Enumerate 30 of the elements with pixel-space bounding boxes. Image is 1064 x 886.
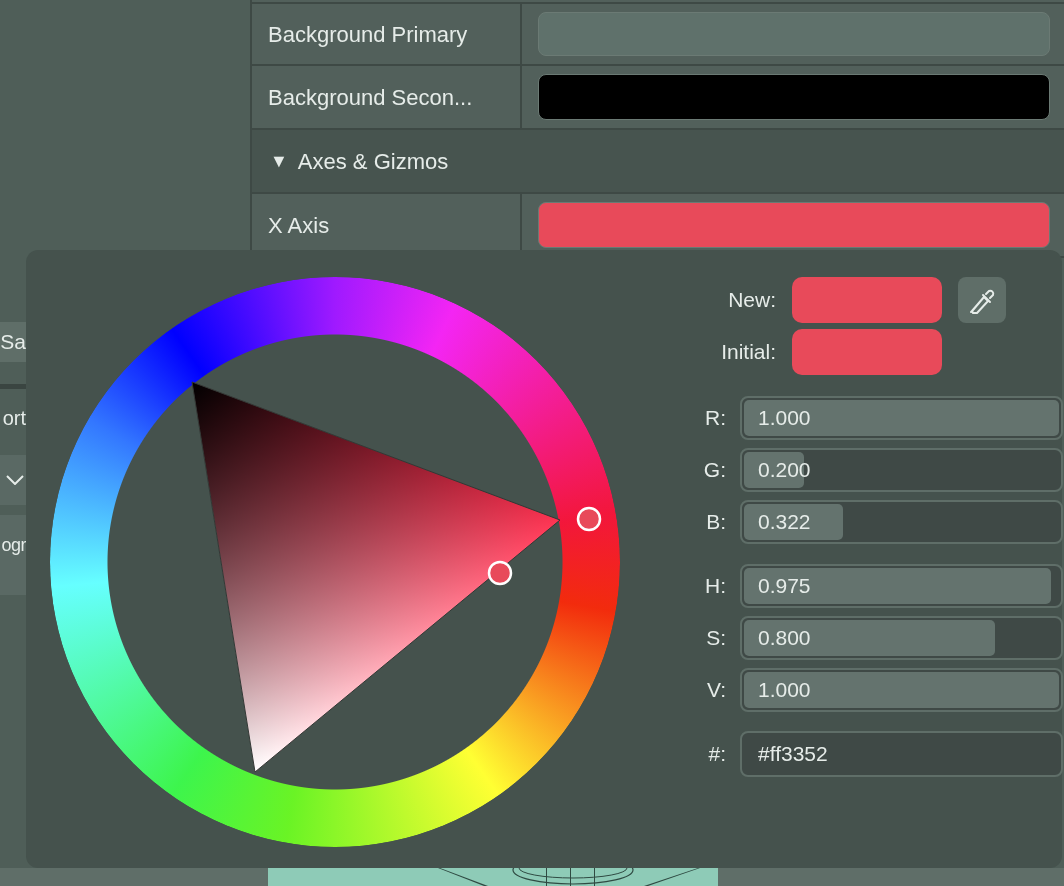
chevron-down-icon — [6, 475, 24, 485]
panel-label: ogr — [0, 515, 26, 595]
channel-label: G: — [702, 457, 726, 484]
save-button[interactable]: Sa — [0, 322, 26, 362]
hex-label: #: — [707, 741, 726, 768]
channel-label: H: — [704, 573, 726, 600]
property-label: Background Secon... — [268, 83, 473, 112]
eyedropper-button[interactable] — [958, 277, 1006, 323]
color-swatch[interactable] — [538, 12, 1050, 56]
saturation-value-triangle[interactable] — [191, 381, 561, 773]
value-slider[interactable]: 0.200 — [740, 448, 1063, 492]
channel-label: S: — [705, 625, 726, 652]
value-slider[interactable]: 0.800 — [740, 616, 1063, 660]
color-swatch[interactable] — [538, 202, 1050, 248]
channel-label: R: — [704, 405, 726, 432]
value-slider[interactable]: 1.000 — [740, 668, 1063, 712]
swatch-label: New: — [727, 287, 777, 314]
swatch-label: Initial: — [720, 339, 777, 366]
color-handle[interactable] — [487, 560, 513, 586]
property-label: Background Primary — [268, 20, 468, 49]
property-label: X Axis — [268, 211, 330, 240]
value-slider[interactable]: 1.000 — [740, 396, 1063, 440]
channel-label: V: — [705, 677, 726, 704]
color-swatch[interactable] — [538, 74, 1050, 120]
hue-handle[interactable] — [576, 506, 602, 532]
channel-label: B: — [705, 509, 726, 536]
value-slider[interactable]: 0.975 — [740, 564, 1063, 608]
hex-field[interactable]: #ff3352 — [740, 731, 1063, 777]
value-slider[interactable]: 0.322 — [740, 500, 1063, 544]
dropdown[interactable] — [0, 455, 26, 505]
